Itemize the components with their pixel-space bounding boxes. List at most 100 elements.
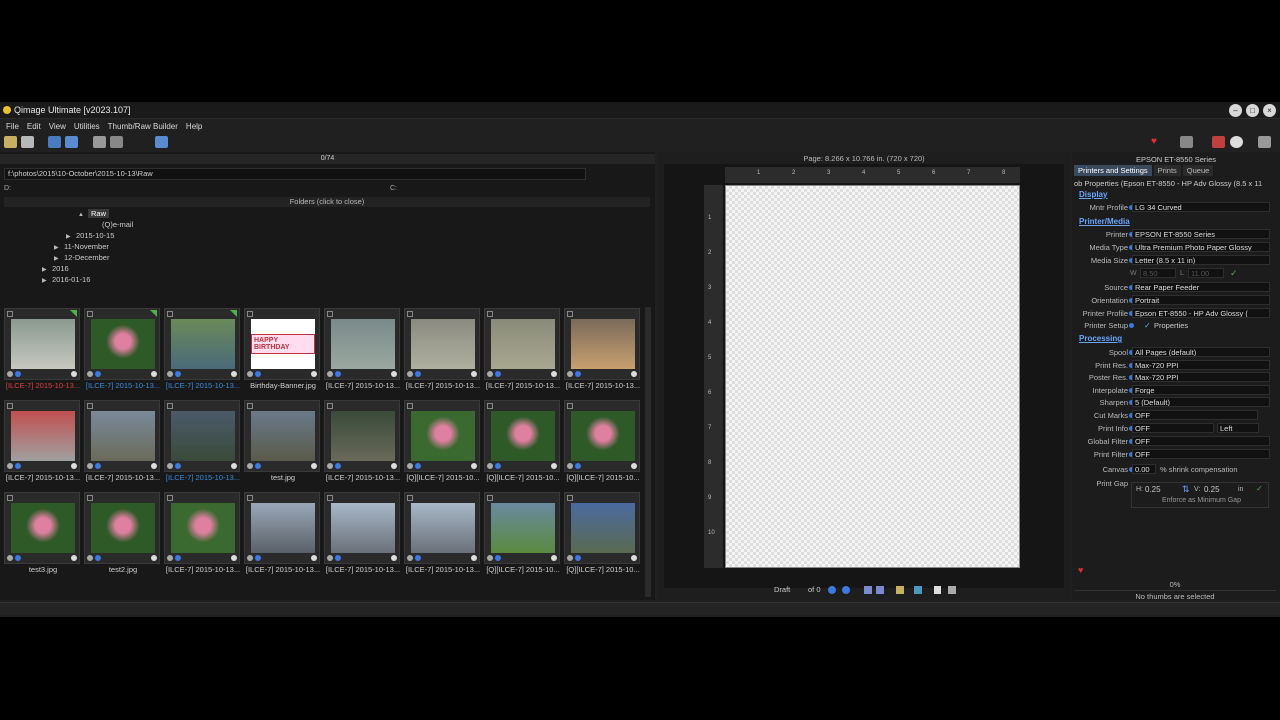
thumbnail-checkbox[interactable] (167, 403, 173, 409)
thumbnail-cell[interactable]: [ILCE-7] 2015-10-13... (484, 306, 560, 392)
thumbnail-card[interactable] (4, 492, 80, 564)
thumbnail-cell[interactable]: [ILCE-7] 2015-10-13... (564, 306, 640, 392)
thumbnail-checkbox[interactable] (247, 403, 253, 409)
thumbnail-card[interactable] (4, 308, 80, 380)
job-properties[interactable]: ob Properties (Epson ET-8550 - HP Adv Gl… (1074, 179, 1278, 188)
thumbnail-menu-icon[interactable] (311, 463, 317, 469)
info-dot-icon[interactable] (487, 463, 493, 469)
print-res-select[interactable]: Max-720 PPI (1132, 360, 1270, 370)
thumbnail-checkbox[interactable] (567, 311, 573, 317)
thumbnail-cell[interactable]: [ILCE-7] 2015-10-13... (324, 306, 400, 392)
poster-res-select[interactable]: Max-720 PPI (1132, 372, 1270, 382)
rotate-icon[interactable] (415, 463, 421, 469)
section-printer-media[interactable]: Printer/Media (1079, 217, 1130, 226)
rotate-icon[interactable] (95, 463, 101, 469)
rotate-icon[interactable] (255, 463, 261, 469)
thumbnail-cell[interactable]: [Q][ILCE-7] 2015-10... (564, 398, 640, 484)
rotate-icon[interactable] (335, 555, 341, 561)
folder-icon[interactable] (896, 586, 904, 594)
thumbnail-menu-icon[interactable] (471, 555, 477, 561)
thumbnail-checkbox[interactable] (167, 311, 173, 317)
thumbnail-image[interactable] (11, 503, 75, 553)
v-gap-input[interactable]: 0.25 (1204, 485, 1230, 494)
thumbnail-card[interactable] (164, 492, 240, 564)
thumbnail-checkbox[interactable] (7, 495, 13, 501)
tab-printers-and-settings[interactable]: Printers and Settings (1074, 165, 1152, 176)
thumbnail-menu-icon[interactable] (631, 555, 637, 561)
thumbnail-checkbox[interactable] (407, 495, 413, 501)
grid-icon[interactable] (155, 136, 168, 148)
rotate-icon[interactable] (95, 371, 101, 377)
thumbnail-cell[interactable]: [ILCE-7] 2015-10-13... (84, 306, 160, 392)
global-filter-select[interactable]: OFF (1132, 436, 1270, 446)
thumbnail-card[interactable] (404, 492, 480, 564)
thumbnail-menu-icon[interactable] (151, 371, 157, 377)
rotate-icon[interactable] (415, 371, 421, 377)
info-dot-icon[interactable] (567, 555, 573, 561)
thumbnail-image[interactable] (411, 319, 475, 369)
info-dot-icon[interactable] (87, 371, 93, 377)
thumbnail-card[interactable] (484, 308, 560, 380)
thumbnail-checkbox[interactable] (327, 495, 333, 501)
info-dot-icon[interactable] (7, 555, 13, 561)
thumbnail-menu-icon[interactable] (631, 463, 637, 469)
media-size-select[interactable]: Letter (8.5 x 11 in) (1132, 255, 1270, 265)
thumbnail-image[interactable] (91, 503, 155, 553)
thumbnail-image[interactable] (411, 503, 475, 553)
rotate-icon[interactable] (495, 371, 501, 377)
paper-preview[interactable] (725, 185, 1020, 568)
edit-icon[interactable] (48, 136, 61, 148)
thumbnail-cell[interactable]: [ILCE-7] 2015-10-13... (404, 306, 480, 392)
thumbnail-cell[interactable]: [Q][ILCE-7] 2015-10... (404, 398, 480, 484)
thumbnail-checkbox[interactable] (567, 403, 573, 409)
thumbnail-card[interactable] (484, 492, 560, 564)
folders-header[interactable]: Folders (click to close) (4, 197, 650, 207)
thumbnail-image[interactable] (171, 411, 235, 461)
thumbnail-cell[interactable]: [ILCE-7] 2015-10-13... (324, 398, 400, 484)
page-layout-icon[interactable] (864, 586, 872, 594)
thumbnail-cell[interactable]: [ILCE-7] 2015-10-13... (84, 398, 160, 484)
info-dot-icon[interactable] (327, 463, 333, 469)
thumbnail-cell[interactable]: test.jpg (244, 398, 320, 484)
thumbnail-menu-icon[interactable] (231, 463, 237, 469)
rotate-icon[interactable] (575, 463, 581, 469)
save-icon[interactable] (21, 136, 34, 148)
thumbnail-image[interactable] (331, 319, 395, 369)
mntr-profile-select[interactable]: LG 34 Curved (1132, 202, 1270, 212)
rotate-icon[interactable] (575, 371, 581, 377)
info-dot-icon[interactable] (567, 371, 573, 377)
thumbnail-card[interactable] (404, 400, 480, 472)
thumbnail-card[interactable] (244, 492, 320, 564)
print-filter-select[interactable]: OFF (1132, 449, 1270, 459)
print-icon[interactable] (1180, 136, 1193, 148)
printer-profile-select[interactable]: Epson ET-8550 - HP Adv Glossy ( (1132, 308, 1270, 318)
info-dot-icon[interactable] (7, 371, 13, 377)
thumbnail-menu-icon[interactable] (151, 463, 157, 469)
rotate-icon[interactable] (15, 463, 21, 469)
thumbnail-image[interactable] (571, 411, 635, 461)
thumbnail-image[interactable] (411, 411, 475, 461)
info-icon[interactable] (110, 136, 123, 148)
media-type-select[interactable]: Ultra Premium Photo Paper Glossy (1132, 242, 1270, 252)
thumbnail-menu-icon[interactable] (71, 555, 77, 561)
thumbnail-menu-icon[interactable] (231, 371, 237, 377)
gap-check-icon[interactable]: ✓ (1256, 484, 1263, 493)
thumbnail-image[interactable] (11, 411, 75, 461)
sharpen-select[interactable]: 5 (Default) (1132, 397, 1270, 407)
thumbnail-cell[interactable]: test3.jpg (4, 490, 80, 576)
info-dot-icon[interactable] (487, 371, 493, 377)
maximize-button[interactable]: □ (1246, 104, 1259, 117)
section-display[interactable]: Display (1079, 190, 1107, 199)
rotate-icon[interactable] (15, 371, 21, 377)
tab-prints[interactable]: Prints (1153, 165, 1181, 176)
thumbnail-menu-icon[interactable] (391, 555, 397, 561)
rotate-icon[interactable] (255, 371, 261, 377)
tree-item-2015-10-15[interactable]: ▶ 2015-10-15 (66, 230, 114, 241)
rotate-icon[interactable] (495, 463, 501, 469)
h-gap-input[interactable]: 0.25 (1145, 485, 1171, 494)
close-button[interactable]: × (1263, 104, 1276, 117)
thumbnail-menu-icon[interactable] (551, 555, 557, 561)
rotate-icon[interactable] (415, 555, 421, 561)
print-info-position-select[interactable]: Left (1217, 423, 1259, 433)
thumbnail-menu-icon[interactable] (631, 371, 637, 377)
